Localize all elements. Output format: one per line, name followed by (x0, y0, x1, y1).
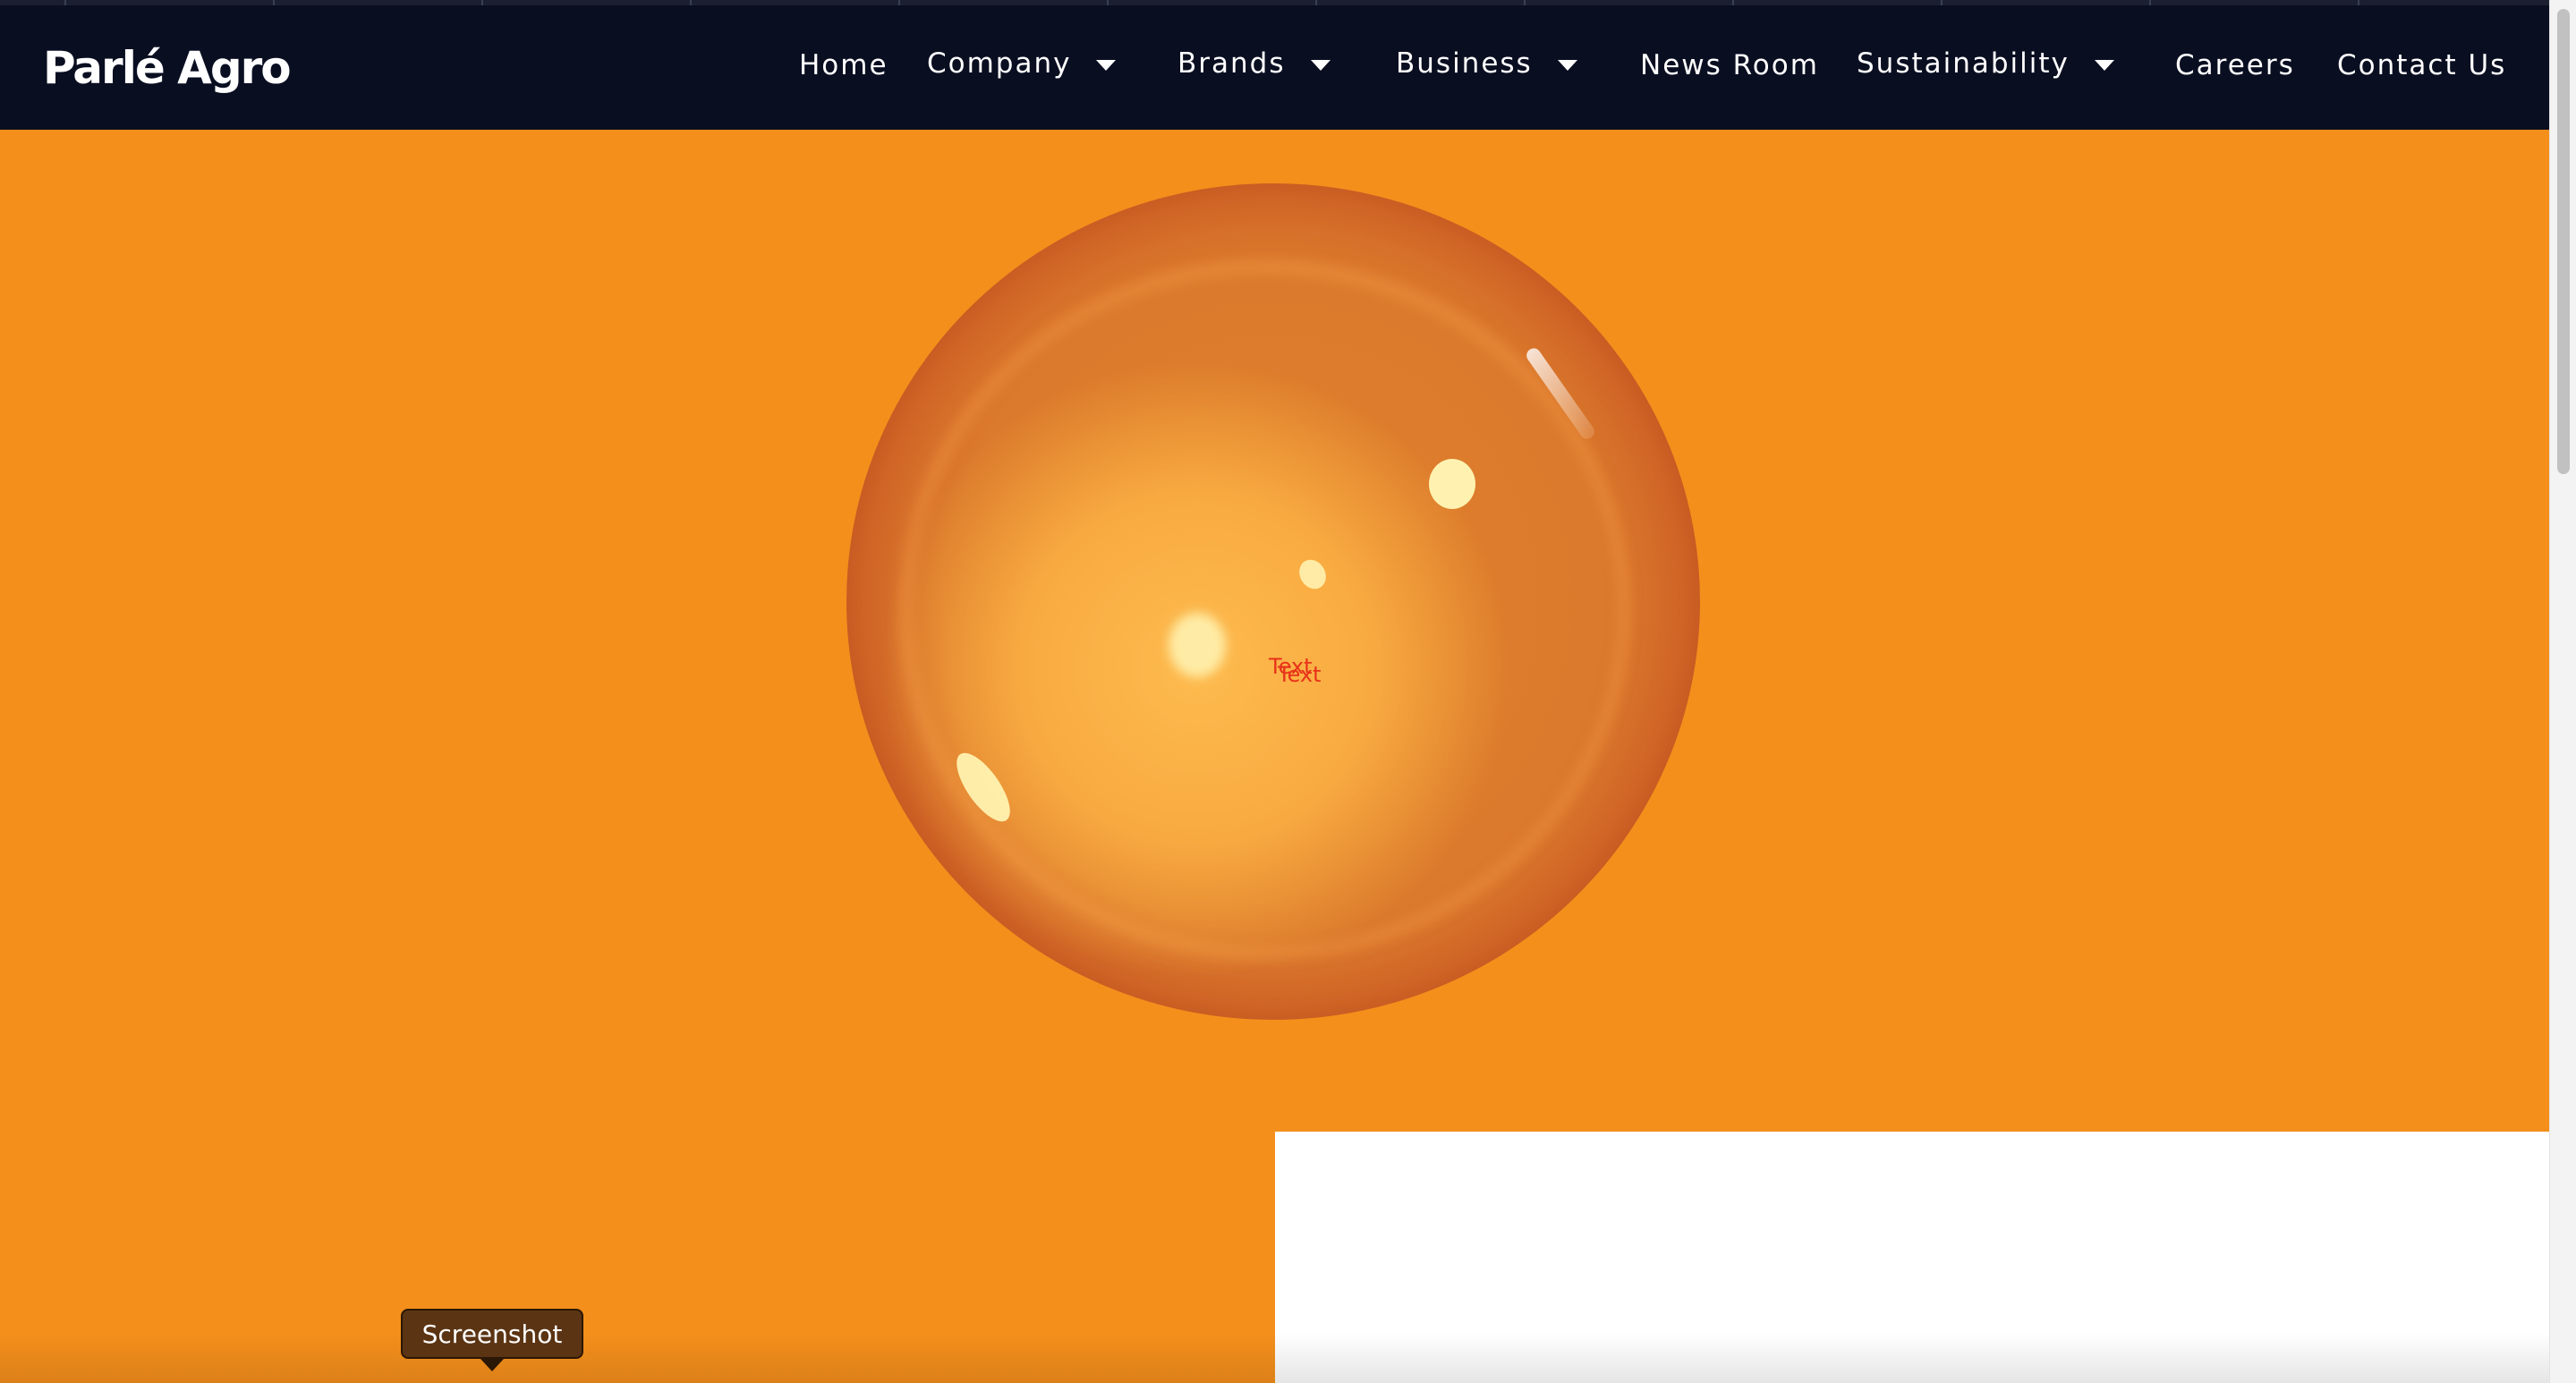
bubble-ring (897, 259, 1632, 962)
nav-item-careers[interactable]: Careers (2175, 43, 2295, 88)
nav-item-label: Careers (2175, 49, 2295, 81)
scrollbar-thumb[interactable] (2557, 9, 2570, 474)
hero-overlay-text: Text (1278, 662, 1322, 687)
tooltip-arrow (480, 1359, 504, 1371)
nav-item-label: Home (799, 49, 888, 81)
caret-down-icon (2094, 60, 2114, 71)
nav-item-label: Sustainability (1857, 47, 2070, 80)
tooltip-label: Screenshot (421, 1319, 563, 1349)
nav-item-news-room[interactable]: News Room (1640, 43, 1819, 88)
caret-down-icon (1096, 60, 1117, 71)
nav-item-business[interactable]: Business (1396, 41, 1577, 86)
nav-item-home[interactable]: Home (799, 43, 888, 88)
vertical-scrollbar[interactable] (2549, 0, 2576, 1383)
nav-item-label: Brands (1177, 47, 1286, 80)
page: Parlé Agro Home Company Brands Business … (0, 0, 2549, 1383)
nav-item-company[interactable]: Company (927, 41, 1117, 86)
nav-item-contact-us[interactable]: Contact Us (2337, 43, 2506, 88)
screenshot-tooltip: Screenshot (401, 1309, 583, 1359)
main-nav: Home Company Brands Business News Room S… (0, 0, 2549, 130)
bubble-highlight (1169, 613, 1226, 677)
bubble-highlight (1429, 459, 1475, 509)
nav-item-label: Business (1396, 47, 1533, 80)
site-header: Parlé Agro Home Company Brands Business … (0, 0, 2549, 130)
caret-down-icon (1310, 60, 1331, 71)
caret-down-icon (1557, 60, 1577, 71)
nav-item-label: News Room (1640, 49, 1819, 81)
content-panel (1275, 1132, 2549, 1383)
nav-item-brands[interactable]: Brands (1177, 41, 1331, 86)
nav-item-sustainability[interactable]: Sustainability (1857, 41, 2114, 86)
nav-item-label: Company (927, 47, 1072, 80)
nav-item-label: Contact Us (2337, 49, 2507, 81)
hero-bubble-image (846, 183, 1700, 1020)
